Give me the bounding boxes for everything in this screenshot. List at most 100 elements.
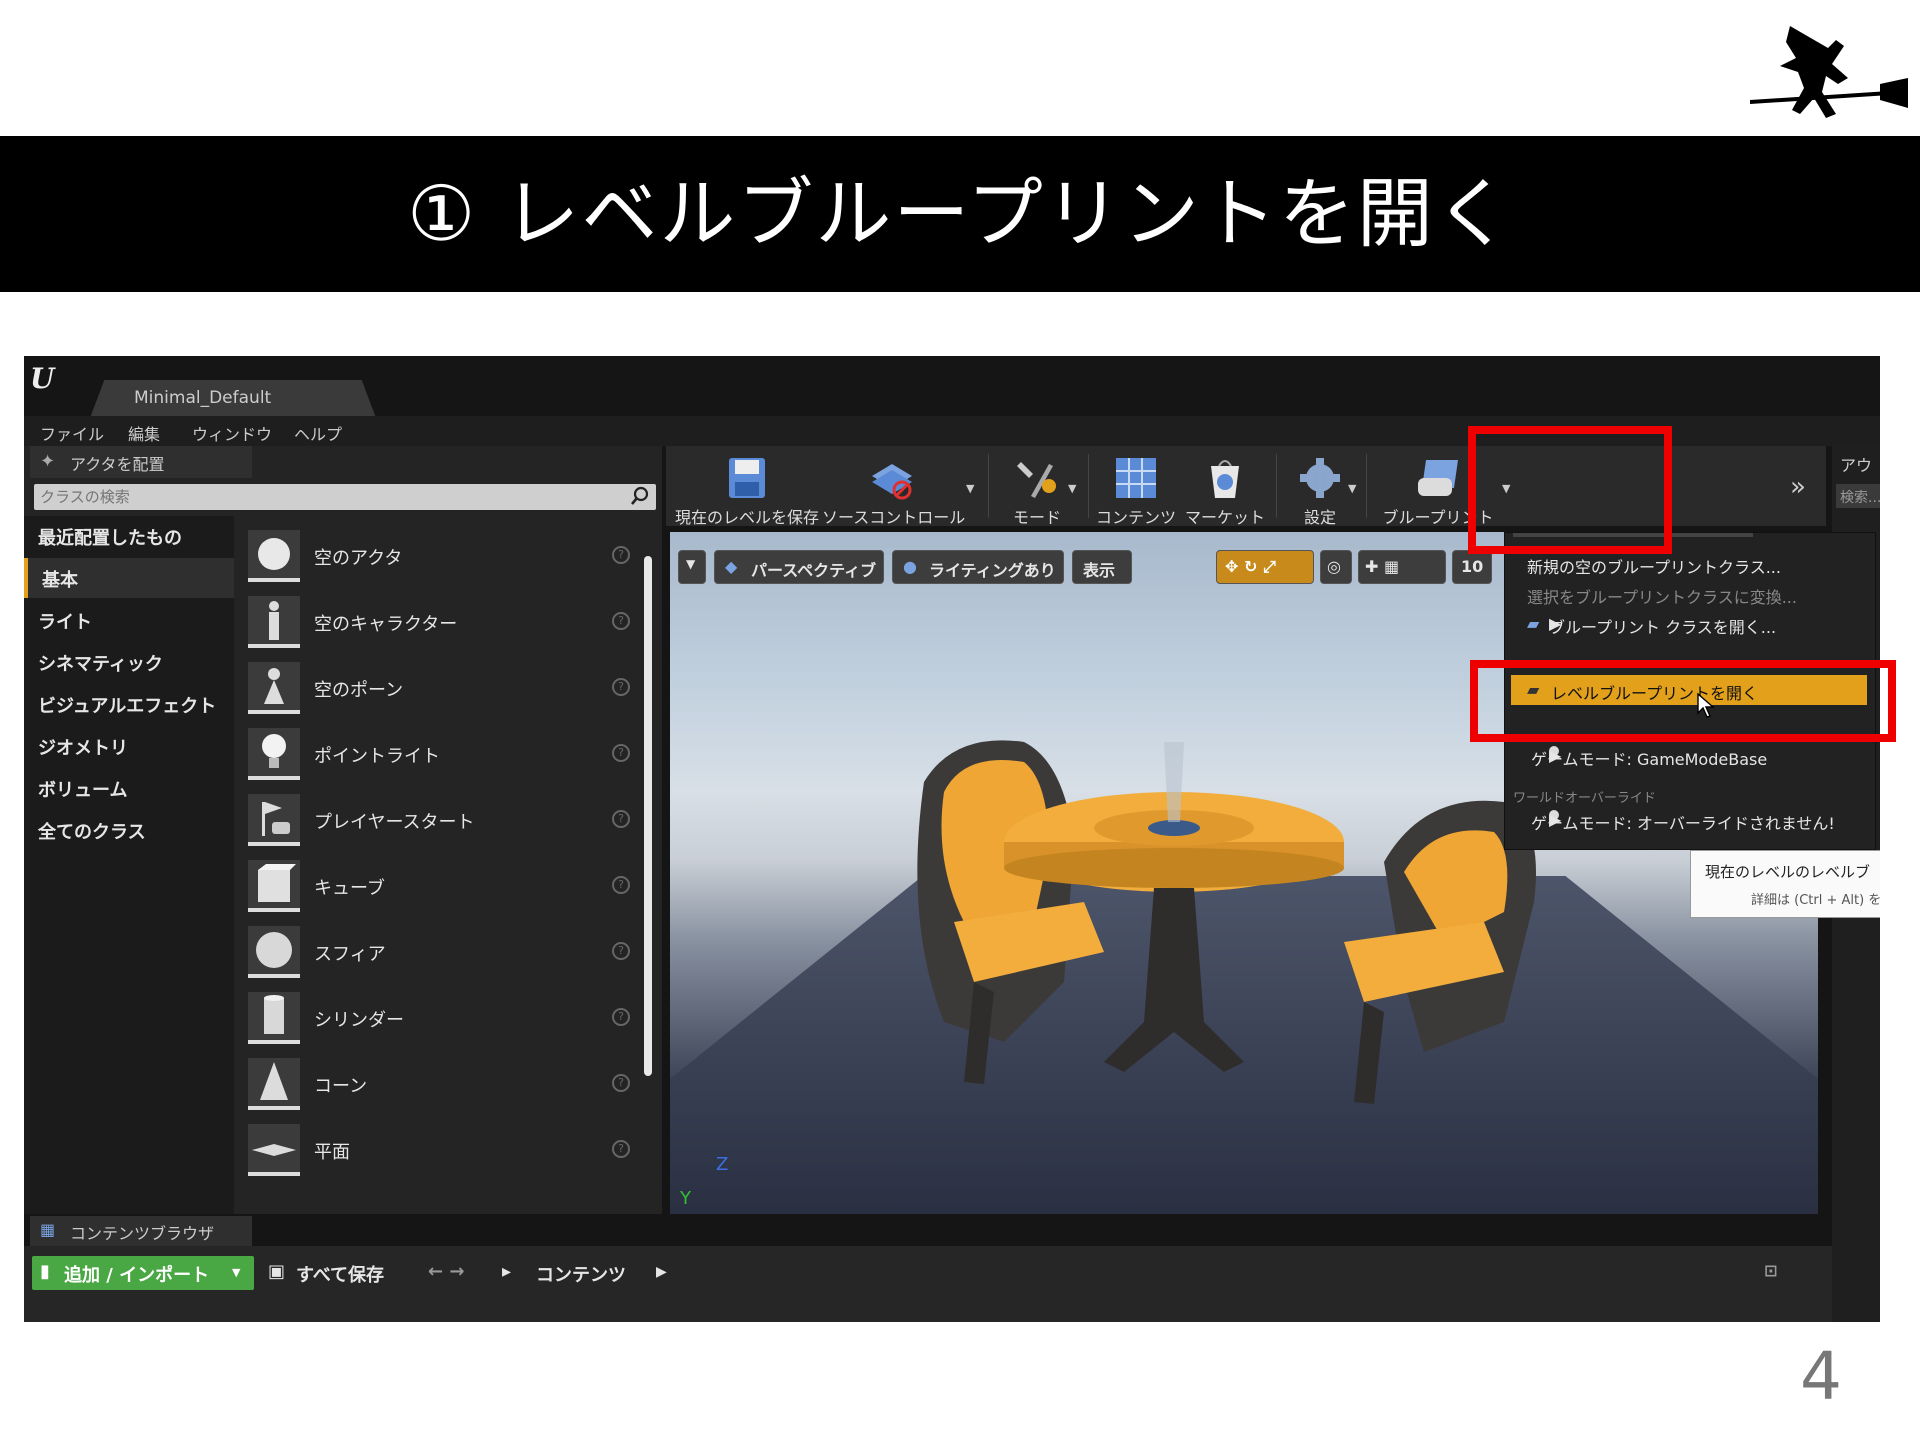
save-all-icon: ▣ — [268, 1261, 286, 1282]
level-tab[interactable]: Minimal_Default — [90, 380, 376, 418]
save-all-button[interactable]: すべて保存 — [296, 1261, 384, 1287]
actor-item-label: プレイヤースタート — [314, 812, 475, 833]
actor-item-label: コーン — [314, 1076, 368, 1097]
modes-icon — [1017, 462, 1056, 498]
lock-icon[interactable]: ⊡ — [1764, 1261, 1777, 1280]
chevron-down-icon: ▼ — [686, 557, 696, 571]
help-icon[interactable]: ? — [612, 1008, 630, 1026]
show-label: 表示 — [1083, 561, 1116, 580]
plane-icon — [248, 1124, 300, 1176]
chevron-down-icon: ▼ — [232, 1266, 241, 1279]
actor-item[interactable]: 空のアクタ ? — [238, 524, 642, 590]
content-path-breadcrumb[interactable]: コンテンツ — [536, 1261, 626, 1287]
help-icon[interactable]: ? — [612, 810, 630, 828]
game-mode-item[interactable]: ゲームモード: GameModeBase ▶ — [1505, 741, 1873, 771]
lit-sphere-icon: ● — [903, 557, 917, 576]
slide-title: ① レベルブループリントを開く — [407, 169, 1513, 258]
actor-item[interactable]: キューブ ? — [238, 854, 642, 920]
help-icon[interactable]: ? — [612, 546, 630, 564]
category-label: 基本 — [42, 570, 78, 591]
place-actors-tab[interactable]: ✦ アクタを配置 — [30, 446, 252, 478]
actor-item-label: キューブ — [314, 878, 385, 899]
actor-item[interactable]: シリンダー ? — [238, 986, 642, 1052]
chevron-down-icon[interactable]: ▼ — [966, 482, 974, 495]
category-cinematic[interactable]: シネマティック — [24, 642, 234, 682]
help-icon[interactable]: ? — [612, 1140, 630, 1158]
category-lights[interactable]: ライト — [24, 600, 234, 640]
convert-selection-item[interactable]: 選択をブループリントクラスに変換... — [1505, 579, 1873, 609]
cylinder-icon — [248, 992, 300, 1044]
show-button[interactable]: 表示 — [1072, 550, 1132, 584]
category-label: ボリューム — [38, 780, 128, 801]
category-recent[interactable]: 最近配置したもの — [24, 516, 234, 556]
content-button[interactable]: コンテンツ — [1090, 446, 1182, 527]
add-import-label: 追加 / インポート — [64, 1265, 210, 1286]
grid-size-button[interactable]: 10 — [1452, 550, 1492, 584]
help-icon[interactable]: ? — [612, 744, 630, 762]
search-icon[interactable] — [630, 486, 650, 506]
actor-item[interactable]: プレイヤースタート ? — [238, 788, 642, 854]
character-icon — [248, 596, 300, 648]
sphere-icon — [248, 926, 300, 978]
actor-item[interactable]: 空のキャラクター ? — [238, 590, 642, 656]
actor-item[interactable]: ポイントライト ? — [238, 722, 642, 788]
globe-icon: ◎ — [1327, 557, 1341, 576]
category-visual-effects[interactable]: ビジュアルエフェクト — [24, 684, 234, 724]
actor-item-label: 平面 — [314, 1142, 350, 1163]
outliner-tab-label[interactable]: アウ — [1840, 452, 1872, 476]
grid-snap-toggle[interactable]: ✚ ▦ — [1358, 550, 1446, 584]
source-control-button[interactable]: ソースコントロール — [822, 446, 965, 527]
category-all-classes[interactable]: 全てのクラス — [24, 810, 234, 850]
open-blueprint-class-item[interactable]: ▰ ブループリント クラスを開く... ▶ — [1505, 609, 1873, 639]
perspective-button[interactable]: パースペクティブ ◆ — [714, 550, 884, 584]
actor-item[interactable]: 空のポーン ? — [238, 656, 642, 722]
help-icon[interactable]: ? — [612, 942, 630, 960]
toolbar-divider — [1088, 454, 1089, 518]
class-search — [34, 484, 656, 510]
category-geometry[interactable]: ジオメトリ — [24, 726, 234, 766]
actor-item[interactable]: コーン ? — [238, 1052, 642, 1118]
content-browser-tab[interactable]: ▦ コンテンツブラウザ — [30, 1216, 252, 1246]
save-icon — [729, 458, 765, 498]
help-icon[interactable]: ? — [612, 1074, 630, 1092]
save-level-button[interactable]: 現在のレベルを保存 — [672, 446, 822, 527]
blueprint-icon — [1418, 460, 1458, 496]
save-level-label: 現在のレベルを保存 — [674, 508, 819, 527]
marketplace-button[interactable]: マーケット — [1182, 446, 1268, 527]
help-icon[interactable]: ? — [612, 678, 630, 696]
witch-logo-icon — [1750, 26, 1908, 118]
marketplace-bag-icon — [1211, 460, 1239, 498]
category-volumes[interactable]: ボリューム — [24, 768, 234, 808]
submenu-arrow-icon: ▶ — [1549, 746, 1562, 765]
highlight-open-level-blueprint — [1470, 660, 1896, 742]
game-mode-override-item[interactable]: ゲームモード: オーバーライドされません! ▶ — [1505, 805, 1873, 835]
actor-item[interactable]: スフィア ? — [238, 920, 642, 986]
level-tab-label: Minimal_Default — [134, 388, 272, 408]
world-local-toggle[interactable]: ◎ — [1320, 550, 1352, 584]
file-add-icon: ▮ — [40, 1261, 50, 1282]
class-search-input[interactable] — [40, 486, 620, 508]
path-arrow-icon[interactable]: ▶ — [656, 1264, 667, 1280]
viewport-options-button[interactable]: ▼ — [678, 550, 706, 584]
chevron-down-icon[interactable]: ▼ — [1068, 482, 1076, 495]
actor-item[interactable]: 平面 ? — [238, 1118, 642, 1184]
actor-list-scrollbar[interactable] — [644, 556, 652, 1076]
add-import-button[interactable]: ▮ 追加 / インポート ▼ — [32, 1256, 254, 1290]
lighting-mode-button[interactable]: ライティングあり ● — [892, 550, 1064, 584]
category-label: ジオメトリ — [38, 738, 128, 759]
transform-tools[interactable]: ✥ ↻ ⤢ — [1216, 550, 1314, 584]
category-basic[interactable]: 基本 — [24, 558, 234, 598]
chevron-down-icon[interactable]: ▼ — [1348, 482, 1356, 495]
menu-file[interactable]: ファイル — [40, 421, 104, 445]
menu-edit[interactable]: 編集 — [128, 421, 160, 445]
menu-help[interactable]: ヘルプ — [294, 421, 342, 445]
help-icon[interactable]: ? — [612, 612, 630, 630]
grid-icon: ✚ ▦ — [1365, 557, 1400, 576]
help-icon[interactable]: ? — [612, 876, 630, 894]
outliner-search-input[interactable]: 検索... — [1836, 484, 1880, 508]
back-forward-arrows-icon[interactable]: ← → — [428, 1261, 464, 1282]
menu-window[interactable]: ウィンドウ — [192, 421, 272, 445]
perspective-icon: ◆ — [725, 557, 738, 576]
actor-item-label: スフィア — [314, 944, 386, 965]
toolbar-overflow-icon[interactable]: » — [1790, 472, 1806, 502]
